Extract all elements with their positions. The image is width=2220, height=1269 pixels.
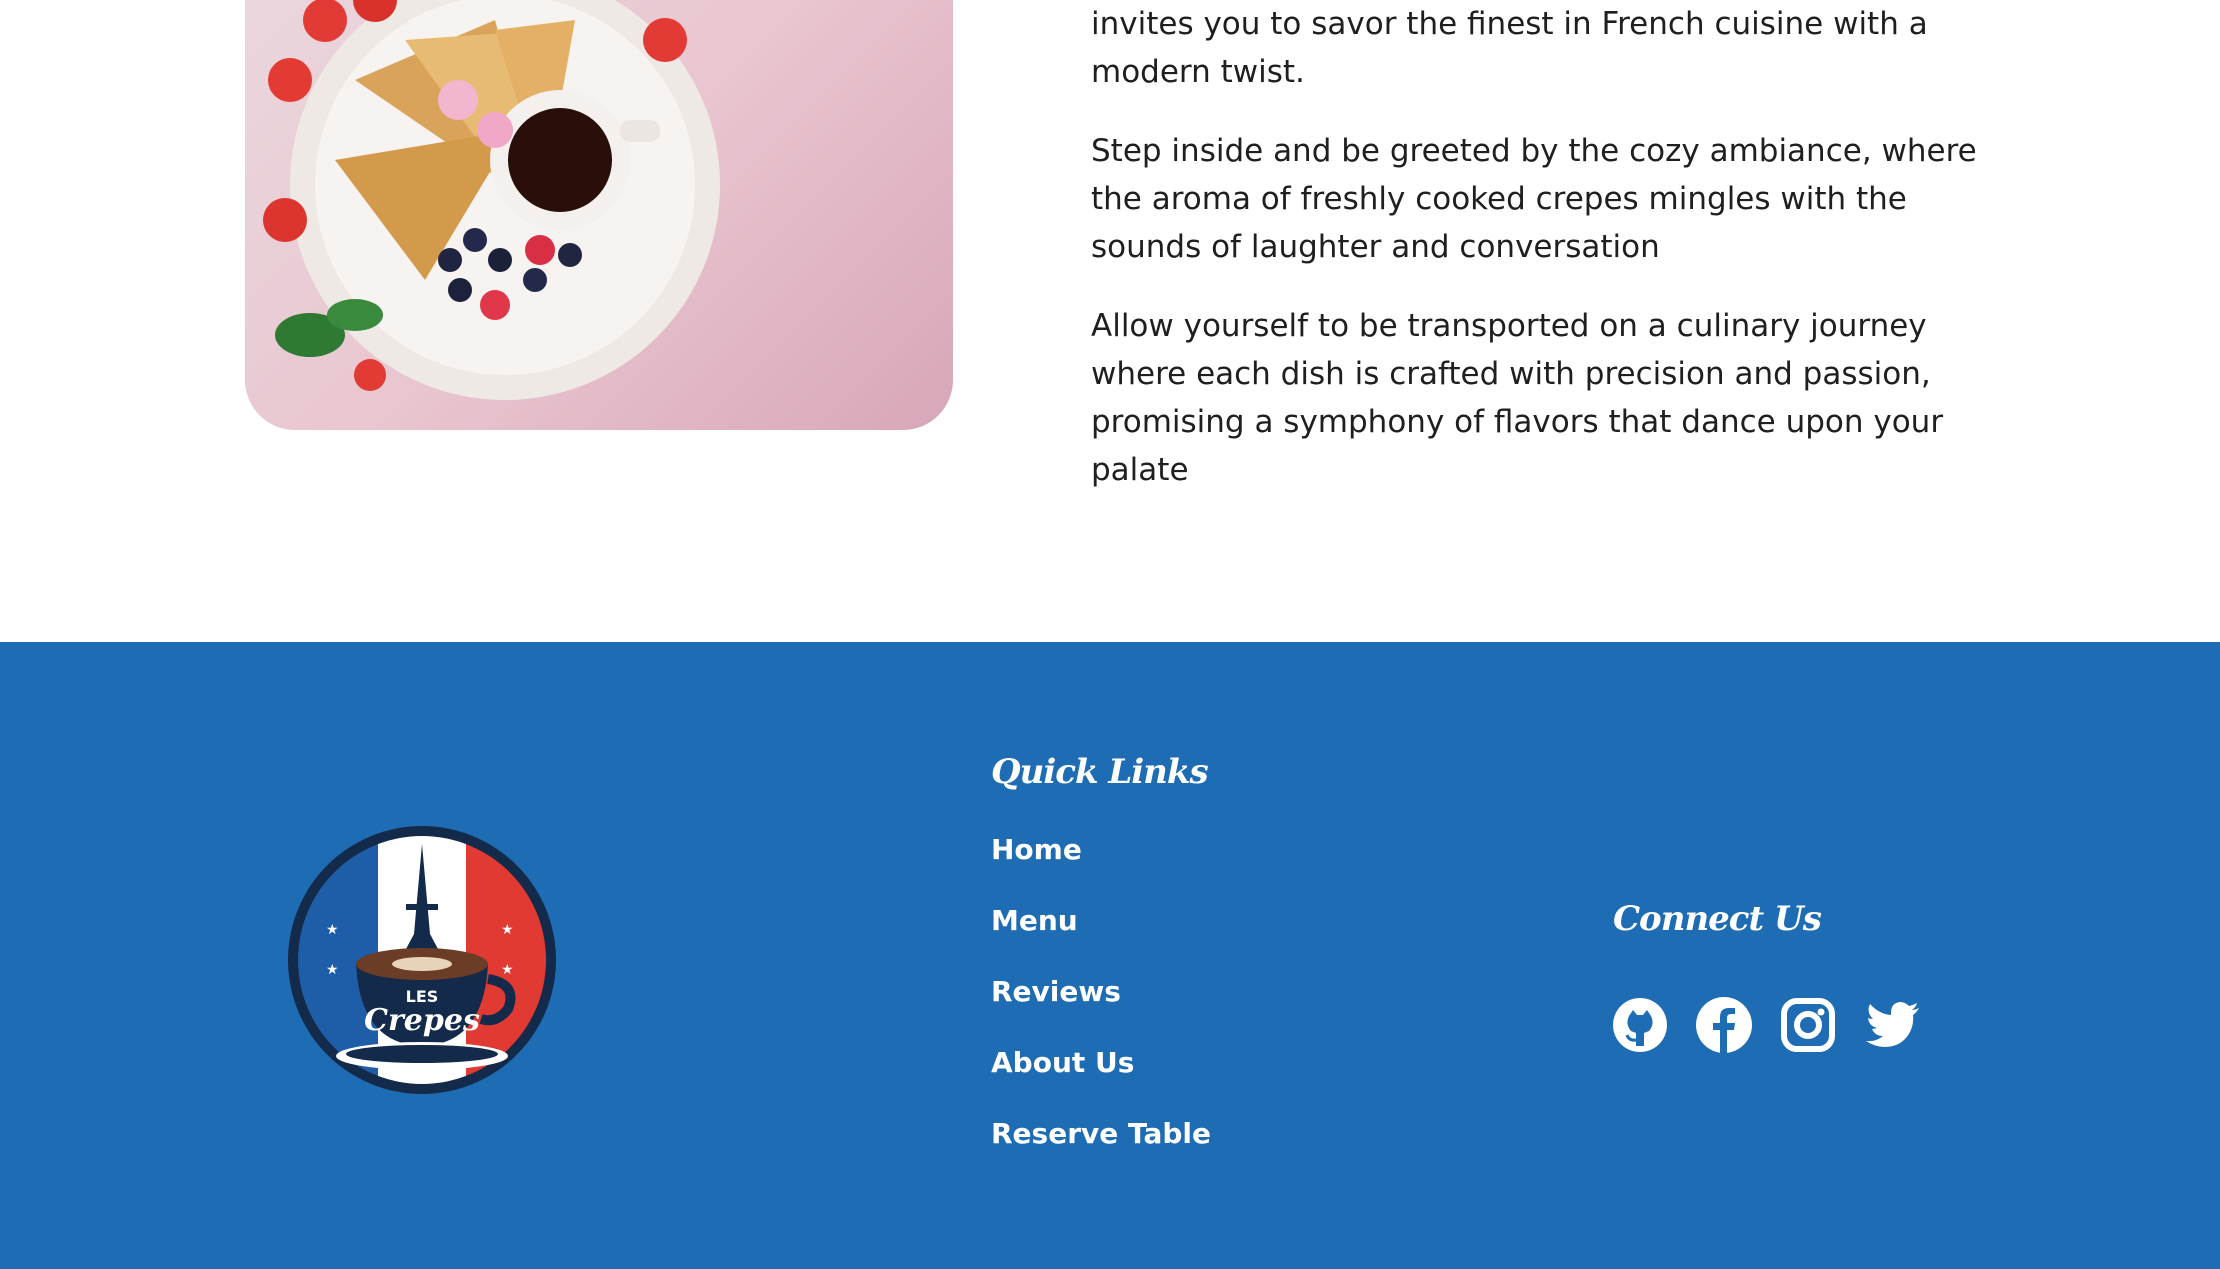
about-paragraph: Allow yourself to be transported on a cu…: [1091, 308, 1944, 488]
about-paragraph: Nestled in the heart of France, our char…: [1091, 6, 1928, 90]
les-crepes-logo[interactable]: ★ ★ ★ ★ LES Crepes: [286, 824, 558, 1096]
quick-links-list: Home Menu Reviews About Us Reserve Table: [991, 832, 1211, 1187]
twitter-icon[interactable]: [1863, 996, 1921, 1054]
quick-link-item: Reserve Table: [991, 1116, 1211, 1187]
logo-text-main: Crepes: [364, 1003, 480, 1038]
reviews-link[interactable]: Reviews: [991, 975, 1121, 1008]
svg-text:★: ★: [326, 962, 339, 978]
svg-text:★: ★: [501, 922, 514, 938]
home-link[interactable]: Home: [991, 833, 1082, 866]
quick-link-item: About Us: [991, 1045, 1211, 1116]
social-links: [1611, 996, 1921, 1054]
footer: ★ ★ ★ ★ LES Crepes Quick Links Home Menu…: [0, 642, 2220, 1269]
about-paragraph: Step inside and be greeted by the cozy a…: [1091, 133, 1977, 265]
svg-text:★: ★: [326, 922, 339, 938]
quick-links-title: Quick Links: [991, 752, 1209, 792]
connect-us-title: Connect Us: [1613, 899, 1822, 939]
about-us-link[interactable]: About Us: [991, 1046, 1134, 1079]
menu-link[interactable]: Menu: [991, 904, 1078, 937]
reserve-table-link[interactable]: Reserve Table: [991, 1117, 1211, 1150]
crepes-photo: [245, 0, 953, 430]
quick-link-item: Home: [991, 832, 1211, 903]
svg-text:★: ★: [501, 962, 514, 978]
quick-link-item: Menu: [991, 903, 1211, 974]
facebook-icon[interactable]: [1695, 996, 1753, 1054]
quick-link-item: Reviews: [991, 974, 1211, 1045]
instagram-icon[interactable]: [1779, 996, 1837, 1054]
github-icon[interactable]: [1611, 996, 1669, 1054]
about-text: Nestled in the heart of France, our char…: [1091, 0, 1991, 525]
